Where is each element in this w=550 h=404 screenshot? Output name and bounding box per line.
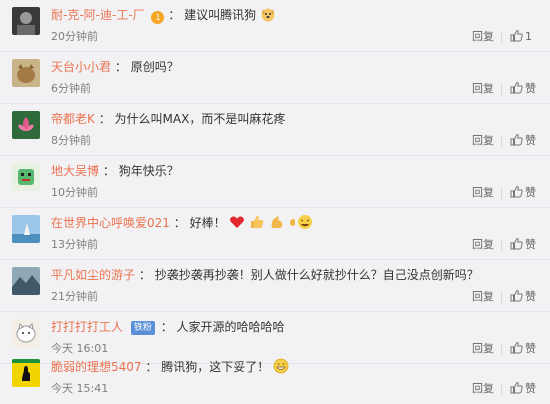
like-label: 赞	[525, 134, 536, 147]
username-link[interactable]: 打打打打工人	[51, 320, 123, 334]
comment-text: 原创吗？	[130, 60, 179, 74]
like-label: 赞	[525, 186, 536, 199]
comment-text: 好棒！	[189, 216, 226, 230]
colon-separator: ：	[168, 8, 181, 22]
thumbs-up-icon	[510, 381, 523, 394]
thumbs-up-emoji-icon	[251, 216, 264, 228]
like-button[interactable]: 赞	[510, 81, 536, 97]
username-link[interactable]: 帝都老K	[51, 112, 95, 126]
divider	[501, 136, 502, 147]
divider	[501, 240, 502, 251]
thumbs-up-icon	[510, 29, 523, 42]
comment-time: 6分钟前	[51, 82, 91, 95]
username-link[interactable]: 耐-克-阿-迪-工-厂	[51, 8, 145, 22]
like-button[interactable]: 赞	[510, 289, 536, 305]
laughing-face-emoji-icon	[289, 215, 312, 229]
comment-item: 脆弱的理想5407 ： 腾讯狗，这下妥了！ 今天 15:41 回复 赞	[0, 352, 550, 403]
like-label: 赞	[525, 290, 536, 303]
like-button[interactable]: 赞	[510, 133, 536, 149]
comment-item: 地大吴博 ： 狗年快乐？ 10分钟前 回复 赞	[0, 156, 550, 208]
divider	[501, 84, 502, 95]
comment-list: 耐-克-阿-迪-工-厂 1 ： 建议叫腾讯狗 20分钟前 回复 1 天台小小君 …	[0, 0, 550, 404]
colon-separator: ：	[138, 268, 151, 282]
avatar[interactable]	[12, 319, 40, 347]
avatar[interactable]	[12, 59, 40, 87]
thumbs-up-icon	[510, 237, 523, 250]
comment-time: 13分钟前	[51, 238, 98, 251]
reply-button[interactable]: 回复	[472, 29, 494, 45]
comment-time: 21分钟前	[51, 290, 98, 303]
comment-text: 为什么叫MAX，而不是叫麻花疼	[114, 112, 286, 126]
thumbs-up-icon	[510, 185, 523, 198]
colon-separator: ：	[102, 164, 115, 178]
comment-item: 平凡如尘的游子 ： 抄袭抄袭再抄袭！别人做什么好就抄什么？自己没点创新吗？ 21…	[0, 260, 550, 312]
colon-separator: ：	[98, 112, 111, 126]
avatar[interactable]	[12, 163, 40, 191]
like-label: 赞	[525, 238, 536, 251]
avatar[interactable]	[12, 267, 40, 295]
username-link[interactable]: 地大吴博	[51, 164, 99, 178]
colon-separator: ：	[114, 60, 127, 74]
vip-badge: 1	[151, 11, 165, 24]
avatar[interactable]	[12, 111, 40, 139]
comment-time: 今天 15:41	[51, 382, 109, 395]
comment-time: 10分钟前	[51, 186, 98, 199]
colon-separator: ：	[160, 320, 173, 334]
comment-time: 20分钟前	[51, 30, 98, 43]
comment-item: 在世界中心呼唤爱021 ： 好棒！ 13分钟前 回复 赞	[0, 208, 550, 260]
reply-button[interactable]: 回复	[472, 289, 494, 305]
comment-item: 天台小小君 ： 原创吗？ 6分钟前 回复 赞	[0, 52, 550, 104]
grinning-face-emoji-icon	[273, 358, 289, 374]
fan-badge: 铁粉	[130, 321, 155, 335]
avatar[interactable]	[12, 215, 40, 243]
avatar[interactable]	[12, 359, 40, 387]
comment-item: 帝都老K ： 为什么叫MAX，而不是叫麻花疼 8分钟前 回复 赞	[0, 104, 550, 156]
reply-button[interactable]: 回复	[472, 381, 494, 397]
dog-emoji-icon	[261, 8, 275, 22]
muscle-emoji-icon	[271, 216, 283, 228]
reply-button[interactable]: 回复	[472, 237, 494, 253]
comment-text: 建议叫腾讯狗	[184, 8, 257, 22]
thumbs-up-icon	[510, 81, 523, 94]
like-label: 赞	[525, 82, 536, 95]
divider	[501, 292, 502, 303]
colon-separator: ：	[173, 216, 186, 230]
heart-icon	[230, 216, 245, 228]
username-link[interactable]: 平凡如尘的游子	[51, 268, 135, 282]
like-label: 赞	[525, 382, 536, 395]
username-link[interactable]: 在世界中心呼唤爱021	[51, 216, 170, 230]
comment-text: 腾讯狗，这下妥了！	[161, 360, 270, 374]
username-link[interactable]: 天台小小君	[51, 60, 111, 74]
comment-text: 抄袭抄袭再抄袭！别人做什么好就抄什么？自己没点创新吗？	[154, 268, 479, 282]
comment-item: 耐-克-阿-迪-工-厂 1 ： 建议叫腾讯狗 20分钟前 回复 1	[0, 0, 550, 52]
like-button[interactable]: 赞	[510, 237, 536, 253]
divider	[501, 188, 502, 199]
comment-time: 8分钟前	[51, 134, 91, 147]
thumbs-up-icon	[510, 133, 523, 146]
like-button[interactable]: 赞	[510, 185, 536, 201]
reply-button[interactable]: 回复	[472, 81, 494, 97]
username-link[interactable]: 脆弱的理想5407	[51, 360, 142, 374]
reply-button[interactable]: 回复	[472, 185, 494, 201]
colon-separator: ：	[145, 360, 158, 374]
like-button[interactable]: 1	[510, 29, 532, 45]
comment-text: 人家开源的哈哈哈哈	[176, 320, 285, 334]
reply-button[interactable]: 回复	[472, 133, 494, 149]
divider	[501, 32, 502, 43]
like-button[interactable]: 赞	[510, 381, 536, 397]
comment-text: 狗年快乐？	[118, 164, 179, 178]
like-count: 1	[525, 30, 532, 43]
avatar[interactable]	[12, 7, 40, 35]
divider	[501, 384, 502, 395]
thumbs-up-icon	[510, 289, 523, 302]
